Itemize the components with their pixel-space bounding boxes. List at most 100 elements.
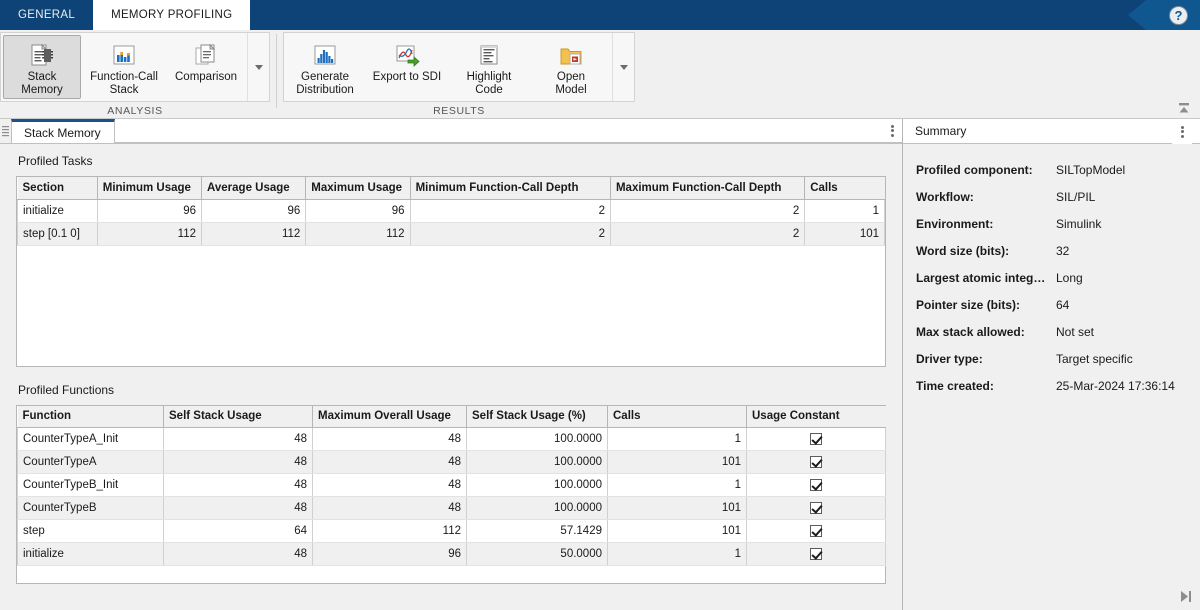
col-calls[interactable]: Calls xyxy=(608,406,747,428)
ribbon-toolstrip: Stack Memory xyxy=(0,30,1200,119)
col-usage-constant[interactable]: Usage Constant xyxy=(747,406,886,428)
summary-key: Environment: xyxy=(916,217,1056,231)
summary-key: Workflow: xyxy=(916,190,1056,204)
document-tab-stack-memory[interactable]: Stack Memory xyxy=(11,119,115,143)
function-call-stack-label-1: Function-Call xyxy=(90,71,158,83)
summary-key: Pointer size (bits): xyxy=(916,298,1056,312)
cell-max-depth: 2 xyxy=(610,222,804,245)
summary-pane: Summary Profiled component: SILTopModel … xyxy=(903,119,1200,610)
summary-header: Summary xyxy=(903,119,1200,144)
ribbon-group-results: Generate Distribution Expor xyxy=(283,30,635,119)
analysis-overflow-button[interactable] xyxy=(247,33,269,101)
cell-calls: 101 xyxy=(608,497,747,520)
col-maximum-function-call-depth[interactable]: Maximum Function-Call Depth xyxy=(610,177,804,199)
cell-function: CounterTypeB_Init xyxy=(18,474,164,497)
help-icon[interactable]: ? xyxy=(1169,6,1188,25)
ribbon-group-results-label: RESULTS xyxy=(283,102,635,119)
summary-options-icon[interactable] xyxy=(1172,119,1192,144)
table-row[interactable]: step 64 112 57.1429 101 xyxy=(18,520,886,543)
cell-calls: 101 xyxy=(608,451,747,474)
cell-section: initialize xyxy=(18,199,98,222)
open-model-button[interactable]: Open Model xyxy=(532,35,610,99)
col-self-stack-usage-percent[interactable]: Self Stack Usage (%) xyxy=(467,406,608,428)
usage-constant-checkbox[interactable] xyxy=(810,525,822,537)
chevron-down-icon xyxy=(255,65,263,70)
cell-self-stack-usage: 48 xyxy=(164,543,313,566)
cell-self-stack-usage: 48 xyxy=(164,428,313,451)
cell-maximum-overall-usage: 48 xyxy=(313,451,467,474)
cell-calls: 1 xyxy=(805,199,885,222)
cell-function: CounterTypeA_Init xyxy=(18,428,164,451)
function-call-stack-button[interactable]: Function-Call Stack xyxy=(85,35,163,99)
cell-function: initialize xyxy=(18,543,164,566)
cell-function: CounterTypeB xyxy=(18,497,164,520)
cell-calls: 1 xyxy=(608,474,747,497)
summary-key: Word size (bits): xyxy=(916,244,1056,258)
export-to-sdi-button[interactable]: Export to SDI xyxy=(368,35,446,99)
col-average-usage[interactable]: Average Usage xyxy=(202,177,306,199)
comparison-button[interactable]: Comparison xyxy=(167,35,245,99)
cell-minimum-usage: 112 xyxy=(97,222,201,245)
table-row[interactable]: CounterTypeB_Init 48 48 100.0000 1 xyxy=(18,474,886,497)
cell-self-stack-usage-percent: 57.1429 xyxy=(467,520,608,543)
usage-constant-checkbox[interactable] xyxy=(810,456,822,468)
cell-self-stack-usage: 64 xyxy=(164,520,313,543)
cell-minimum-usage: 96 xyxy=(97,199,201,222)
summary-row-largest-atomic-integer: Largest atomic integ… Long xyxy=(903,264,1200,291)
ribbon-group-analysis-items: Stack Memory xyxy=(0,32,270,102)
col-maximum-overall-usage[interactable]: Maximum Overall Usage xyxy=(313,406,467,428)
usage-constant-checkbox[interactable] xyxy=(810,433,822,445)
cell-section: step [0.1 0] xyxy=(18,222,98,245)
highlight-code-label-1: Highlight xyxy=(467,71,512,83)
col-self-stack-usage[interactable]: Self Stack Usage xyxy=(164,406,313,428)
col-minimum-function-call-depth[interactable]: Minimum Function-Call Depth xyxy=(410,177,610,199)
help-chevron-background xyxy=(1128,0,1200,30)
stack-memory-button[interactable]: Stack Memory xyxy=(3,35,81,99)
help-icon-glyph: ? xyxy=(1175,9,1183,22)
table-row[interactable]: CounterTypeA 48 48 100.0000 101 xyxy=(18,451,886,474)
cell-maximum-overall-usage: 112 xyxy=(313,520,467,543)
collapse-ribbon-icon[interactable] xyxy=(1176,100,1192,116)
col-maximum-usage[interactable]: Maximum Usage xyxy=(306,177,410,199)
profiled-tasks-table: Section Minimum Usage Average Usage Maxi… xyxy=(17,177,885,246)
tab-general[interactable]: GENERAL xyxy=(0,0,93,30)
usage-constant-checkbox[interactable] xyxy=(810,548,822,560)
col-calls[interactable]: Calls xyxy=(805,177,885,199)
generate-distribution-button[interactable]: Generate Distribution xyxy=(286,35,364,99)
summary-row-max-stack-allowed: Max stack allowed: Not set xyxy=(903,318,1200,345)
document-tab-bar: Stack Memory xyxy=(0,119,902,144)
usage-constant-checkbox[interactable] xyxy=(810,479,822,491)
table-row[interactable]: initialize 48 96 50.0000 1 xyxy=(18,543,886,566)
table-row[interactable]: step [0.1 0] 112 112 112 2 2 101 xyxy=(18,222,885,245)
document-content: Profiled Tasks Section Minimum Usage Ave… xyxy=(0,144,902,610)
highlight-code-button[interactable]: Highlight Code xyxy=(450,35,528,99)
collapse-summary-pane-icon[interactable] xyxy=(1177,588,1193,604)
panel-grip-icon[interactable] xyxy=(0,119,11,143)
results-overflow-button[interactable] xyxy=(612,33,634,101)
chevron-down-icon xyxy=(620,65,628,70)
summary-key: Max stack allowed: xyxy=(916,325,1056,339)
summary-key: Driver type: xyxy=(916,352,1056,366)
col-minimum-usage[interactable]: Minimum Usage xyxy=(97,177,201,199)
export-to-sdi-icon xyxy=(393,41,421,71)
summary-value: Not set xyxy=(1056,325,1094,339)
usage-constant-checkbox[interactable] xyxy=(810,502,822,514)
document-pane-options-icon[interactable] xyxy=(882,119,902,143)
col-section[interactable]: Section xyxy=(18,177,98,199)
highlight-code-label-2: Code xyxy=(475,84,503,96)
cell-calls: 101 xyxy=(608,520,747,543)
cell-calls: 1 xyxy=(608,428,747,451)
generate-distribution-label-1: Generate xyxy=(301,71,349,83)
profiled-functions-table: Function Self Stack Usage Maximum Overal… xyxy=(17,406,886,567)
document-tab-filler xyxy=(115,119,882,143)
cell-calls: 1 xyxy=(608,543,747,566)
summary-value: 32 xyxy=(1056,244,1069,258)
tab-memory-profiling[interactable]: MEMORY PROFILING xyxy=(93,0,250,30)
table-row[interactable]: initialize 96 96 96 2 2 1 xyxy=(18,199,885,222)
cell-usage-constant xyxy=(747,428,886,451)
table-row[interactable]: CounterTypeA_Init 48 48 100.0000 1 xyxy=(18,428,886,451)
col-function[interactable]: Function xyxy=(18,406,164,428)
cell-self-stack-usage: 48 xyxy=(164,451,313,474)
ribbon-group-analysis: Stack Memory xyxy=(0,30,270,119)
table-row[interactable]: CounterTypeB 48 48 100.0000 101 xyxy=(18,497,886,520)
